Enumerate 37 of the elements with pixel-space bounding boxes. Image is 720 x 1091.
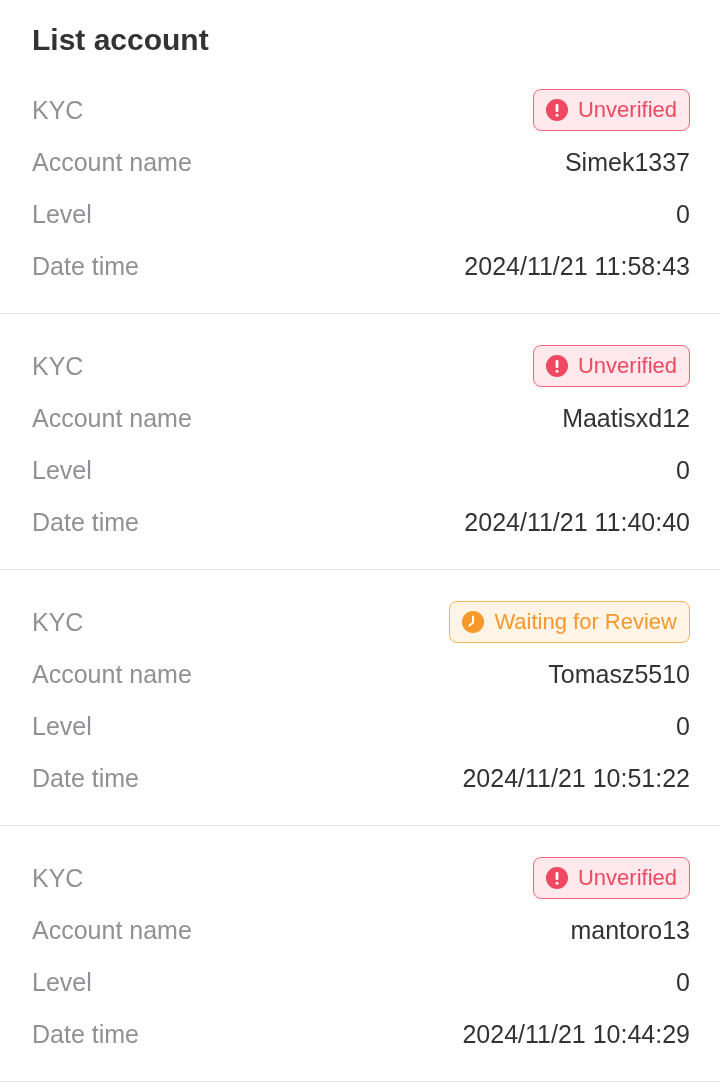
field-value: 2024/11/21 10:44:29 — [462, 1019, 690, 1049]
field-value: 2024/11/21 11:40:40 — [464, 507, 690, 537]
field-value: 0 — [676, 711, 690, 741]
status-text: Waiting for Review — [494, 609, 677, 635]
field-value: 2024/11/21 11:58:43 — [464, 251, 690, 281]
field-value: 0 — [676, 455, 690, 485]
field-label: Account name — [32, 915, 192, 945]
field-label: Level — [32, 455, 92, 485]
field-label: Date time — [32, 251, 139, 281]
field-label: Level — [32, 967, 92, 997]
status-text: Unverified — [577, 353, 677, 379]
field-value: 2024/11/21 10:51:22 — [462, 763, 690, 793]
field-label: Date time — [32, 763, 139, 793]
alert-icon — [545, 867, 568, 889]
field-value: 0 — [676, 967, 690, 997]
field-value: Tomasz5510 — [548, 659, 690, 689]
field-value: mantoro13 — [570, 915, 690, 945]
field-label: KYC — [32, 351, 84, 381]
alert-icon — [545, 99, 568, 121]
field-label: KYC — [32, 95, 84, 125]
field-label: Account name — [32, 659, 192, 689]
field-label: KYC — [32, 863, 84, 893]
alert-icon — [545, 355, 568, 377]
field-label: Date time — [32, 1019, 139, 1049]
status-text: Unverified — [577, 97, 677, 123]
page-title: List account — [31, 22, 210, 58]
status-text: Unverified — [577, 865, 677, 891]
clock-icon — [462, 611, 485, 633]
field-label: Account name — [32, 403, 192, 433]
field-label: Level — [32, 199, 92, 229]
field-label: Date time — [32, 507, 139, 537]
field-label: Level — [32, 711, 92, 741]
field-label: KYC — [32, 607, 84, 637]
field-label: Account name — [32, 147, 192, 177]
field-value: 0 — [676, 199, 690, 229]
field-value: Maatisxd12 — [562, 403, 690, 433]
field-value: Simek1337 — [564, 147, 690, 177]
